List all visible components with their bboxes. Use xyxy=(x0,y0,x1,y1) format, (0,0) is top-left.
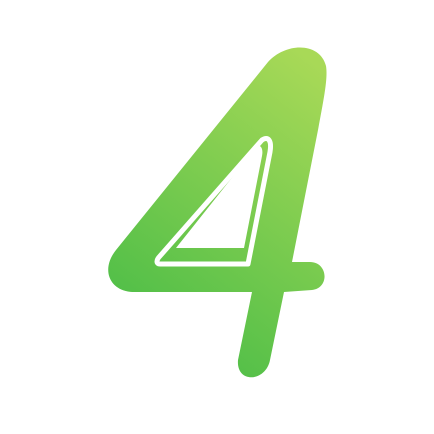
logo-canvas xyxy=(0,0,434,434)
number-four-logo-icon xyxy=(108,47,327,378)
four-glyph-shape xyxy=(108,47,327,378)
